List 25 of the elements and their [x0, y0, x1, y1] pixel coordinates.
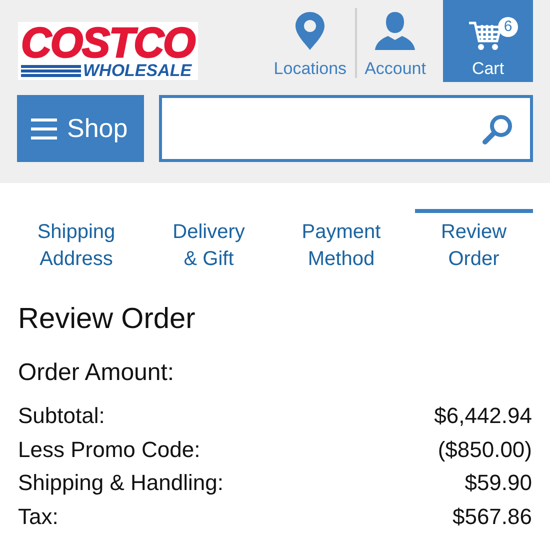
map-pin-icon	[294, 11, 326, 51]
checkout-step-tab[interactable]: Review Order	[414, 209, 533, 273]
row-label: Shipping & Handling:	[18, 469, 224, 497]
checkout-step-tab[interactable]: Shipping Address	[17, 209, 136, 273]
row-amount: ($850.00)	[438, 436, 532, 464]
costco-logo[interactable]: COSTCO WHOLESALE	[18, 22, 198, 80]
search-icon	[482, 112, 514, 144]
row-amount: $6,442.94	[434, 402, 532, 430]
cart-nav-link[interactable]: 6 Cart	[443, 0, 533, 82]
shop-menu-button[interactable]: Shop	[17, 95, 144, 162]
cart-count-badge: 6	[498, 17, 518, 37]
page-heading: Review Order	[18, 302, 196, 337]
row-amount: $59.90	[464, 469, 532, 497]
section-heading: Order Amount:	[18, 358, 176, 388]
menu-icon	[31, 118, 57, 140]
person-icon	[373, 11, 418, 51]
search-field[interactable]	[159, 95, 533, 162]
row-label: Less Promo Code:	[18, 436, 200, 464]
row-amount: $567.86	[452, 502, 532, 530]
row-label: Subtotal:	[18, 402, 105, 430]
checkout-step-tab[interactable]: Payment Method	[282, 209, 400, 273]
row-label: Tax:	[18, 502, 58, 530]
locations-nav-link[interactable]: Locations	[268, 0, 353, 82]
account-nav-link[interactable]: Account	[358, 0, 432, 82]
checkout-step-tab[interactable]: Delivery & Gift	[150, 209, 268, 273]
